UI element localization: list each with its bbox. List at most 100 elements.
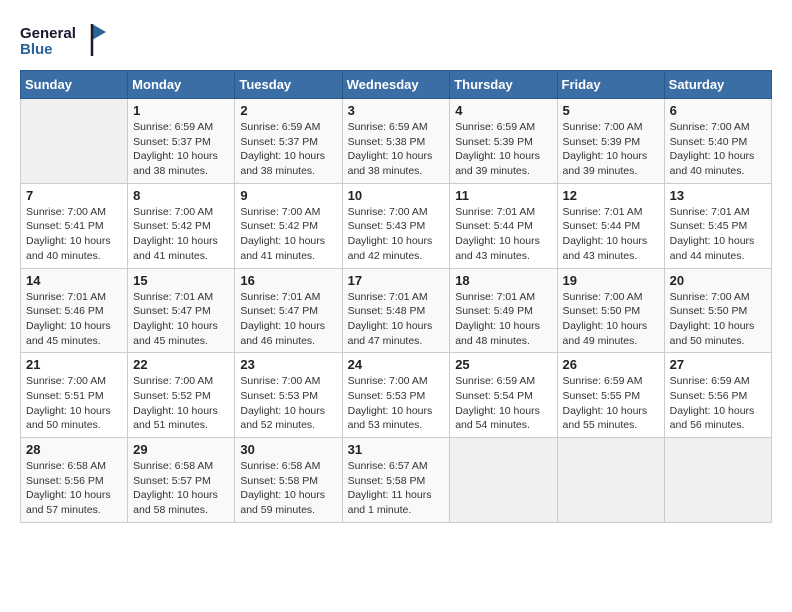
day-info: Sunrise: 6:57 AM Sunset: 5:58 PM Dayligh…: [348, 459, 445, 518]
day-cell: 1Sunrise: 6:59 AM Sunset: 5:37 PM Daylig…: [128, 99, 235, 184]
week-row-4: 28 Sunrise: 6:58 AM Sunset: 5:56 PM Dayli…: [21, 438, 772, 523]
day-cell: [664, 438, 771, 523]
day-info: Sunrise: 7:00 AM Sunset: 5:43 PM Dayligh…: [348, 205, 445, 264]
day-cell: 20 Sunrise: 7:00 AM Sunset: 5:50 PM Dayli…: [664, 268, 771, 353]
day-info: Sunrise: 6:58 AM Sunset: 5:56 PM Dayligh…: [26, 459, 122, 518]
day-cell: 11 Sunrise: 7:01 AM Sunset: 5:44 PM Dayli…: [450, 183, 557, 268]
day-cell: 27 Sunrise: 6:59 AM Sunset: 5:56 PM Dayli…: [664, 353, 771, 438]
day-info: Sunrise: 6:59 AM Sunset: 5:37 PM Dayligh…: [133, 120, 229, 179]
day-cell: 30 Sunrise: 6:58 AM Sunset: 5:58 PM Dayli…: [235, 438, 342, 523]
calendar-table: SundayMondayTuesdayWednesdayThursdayFrid…: [20, 70, 772, 523]
day-info: Sunrise: 7:00 AM Sunset: 5:53 PM Dayligh…: [348, 374, 445, 433]
day-number: 2: [240, 103, 336, 118]
day-number: 3: [348, 103, 445, 118]
week-row-0: 1Sunrise: 6:59 AM Sunset: 5:37 PM Daylig…: [21, 99, 772, 184]
day-cell: 22 Sunrise: 7:00 AM Sunset: 5:52 PM Dayli…: [128, 353, 235, 438]
header-cell-friday: Friday: [557, 71, 664, 99]
day-cell: 21Sunrise: 7:00 AM Sunset: 5:51 PM Dayli…: [21, 353, 128, 438]
day-number: 30: [240, 442, 336, 457]
day-cell: 5 Sunrise: 7:00 AM Sunset: 5:39 PM Daylig…: [557, 99, 664, 184]
day-cell: 12Sunrise: 7:01 AM Sunset: 5:44 PM Dayli…: [557, 183, 664, 268]
day-number: 26: [563, 357, 659, 372]
day-info: Sunrise: 6:58 AM Sunset: 5:58 PM Dayligh…: [240, 459, 336, 518]
day-info: Sunrise: 7:01 AM Sunset: 5:44 PM Dayligh…: [563, 205, 659, 264]
day-number: 16: [240, 273, 336, 288]
day-number: 21: [26, 357, 122, 372]
day-cell: 29Sunrise: 6:58 AM Sunset: 5:57 PM Dayli…: [128, 438, 235, 523]
day-number: 19: [563, 273, 659, 288]
day-cell: 10 Sunrise: 7:00 AM Sunset: 5:43 PM Dayli…: [342, 183, 450, 268]
header-cell-wednesday: Wednesday: [342, 71, 450, 99]
day-cell: 6 Sunrise: 7:00 AM Sunset: 5:40 PM Daylig…: [664, 99, 771, 184]
day-cell: 26 Sunrise: 6:59 AM Sunset: 5:55 PM Dayli…: [557, 353, 664, 438]
day-cell: 13 Sunrise: 7:01 AM Sunset: 5:45 PM Dayli…: [664, 183, 771, 268]
day-number: 22: [133, 357, 229, 372]
day-cell: 18Sunrise: 7:01 AM Sunset: 5:49 PM Dayli…: [450, 268, 557, 353]
header-cell-tuesday: Tuesday: [235, 71, 342, 99]
day-cell: 4 Sunrise: 6:59 AM Sunset: 5:39 PM Daylig…: [450, 99, 557, 184]
day-number: 23: [240, 357, 336, 372]
svg-text:Blue: Blue: [20, 41, 53, 58]
day-number: 24: [348, 357, 445, 372]
header-cell-saturday: Saturday: [664, 71, 771, 99]
header-cell-thursday: Thursday: [450, 71, 557, 99]
day-cell: [450, 438, 557, 523]
day-info: Sunrise: 7:00 AM Sunset: 5:40 PM Dayligh…: [670, 120, 766, 179]
day-cell: 31 Sunrise: 6:57 AM Sunset: 5:58 PM Dayli…: [342, 438, 450, 523]
day-info: Sunrise: 7:01 AM Sunset: 5:46 PM Dayligh…: [26, 290, 122, 349]
day-cell: 25Sunrise: 6:59 AM Sunset: 5:54 PM Dayli…: [450, 353, 557, 438]
header-cell-monday: Monday: [128, 71, 235, 99]
day-info: Sunrise: 7:00 AM Sunset: 5:41 PM Dayligh…: [26, 205, 122, 264]
day-info: Sunrise: 6:59 AM Sunset: 5:37 PM Dayligh…: [240, 120, 336, 179]
day-info: Sunrise: 7:00 AM Sunset: 5:39 PM Dayligh…: [563, 120, 659, 179]
day-cell: 19 Sunrise: 7:00 AM Sunset: 5:50 PM Dayli…: [557, 268, 664, 353]
day-cell: [21, 99, 128, 184]
day-cell: 23 Sunrise: 7:00 AM Sunset: 5:53 PM Dayli…: [235, 353, 342, 438]
day-info: Sunrise: 7:00 AM Sunset: 5:42 PM Dayligh…: [133, 205, 229, 264]
day-number: 25: [455, 357, 551, 372]
day-info: Sunrise: 7:00 AM Sunset: 5:50 PM Dayligh…: [670, 290, 766, 349]
day-info: Sunrise: 7:00 AM Sunset: 5:52 PM Dayligh…: [133, 374, 229, 433]
day-info: Sunrise: 6:59 AM Sunset: 5:55 PM Dayligh…: [563, 374, 659, 433]
day-number: 14: [26, 273, 122, 288]
day-info: Sunrise: 7:01 AM Sunset: 5:47 PM Dayligh…: [133, 290, 229, 349]
day-info: Sunrise: 7:01 AM Sunset: 5:48 PM Dayligh…: [348, 290, 445, 349]
day-info: Sunrise: 7:01 AM Sunset: 5:47 PM Dayligh…: [240, 290, 336, 349]
day-number: 5: [563, 103, 659, 118]
day-cell: 2 Sunrise: 6:59 AM Sunset: 5:37 PM Daylig…: [235, 99, 342, 184]
day-info: Sunrise: 6:59 AM Sunset: 5:39 PM Dayligh…: [455, 120, 551, 179]
day-cell: 3Sunrise: 6:59 AM Sunset: 5:38 PM Daylig…: [342, 99, 450, 184]
day-info: Sunrise: 7:01 AM Sunset: 5:49 PM Dayligh…: [455, 290, 551, 349]
day-number: 10: [348, 188, 445, 203]
day-info: Sunrise: 7:00 AM Sunset: 5:42 PM Dayligh…: [240, 205, 336, 264]
day-number: 13: [670, 188, 766, 203]
day-number: 7: [26, 188, 122, 203]
week-row-1: 7 Sunrise: 7:00 AM Sunset: 5:41 PM Daylig…: [21, 183, 772, 268]
day-cell: 17Sunrise: 7:01 AM Sunset: 5:48 PM Dayli…: [342, 268, 450, 353]
header-cell-sunday: Sunday: [21, 71, 128, 99]
day-number: 11: [455, 188, 551, 203]
day-cell: 16 Sunrise: 7:01 AM Sunset: 5:47 PM Dayli…: [235, 268, 342, 353]
header: GeneralBlue: [20, 20, 772, 60]
day-number: 4: [455, 103, 551, 118]
day-number: 9: [240, 188, 336, 203]
day-number: 8: [133, 188, 229, 203]
week-row-2: 14 Sunrise: 7:01 AM Sunset: 5:46 PM Dayli…: [21, 268, 772, 353]
day-cell: 9 Sunrise: 7:00 AM Sunset: 5:42 PM Daylig…: [235, 183, 342, 268]
day-number: 31: [348, 442, 445, 457]
day-info: Sunrise: 6:59 AM Sunset: 5:56 PM Dayligh…: [670, 374, 766, 433]
svg-text:General: General: [20, 25, 76, 42]
day-cell: 7 Sunrise: 7:00 AM Sunset: 5:41 PM Daylig…: [21, 183, 128, 268]
header-row: SundayMondayTuesdayWednesdayThursdayFrid…: [21, 71, 772, 99]
day-number: 28: [26, 442, 122, 457]
day-info: Sunrise: 7:01 AM Sunset: 5:45 PM Dayligh…: [670, 205, 766, 264]
day-number: 27: [670, 357, 766, 372]
day-cell: 14 Sunrise: 7:01 AM Sunset: 5:46 PM Dayli…: [21, 268, 128, 353]
day-cell: [557, 438, 664, 523]
day-number: 6: [670, 103, 766, 118]
logo: GeneralBlue: [20, 20, 110, 60]
day-info: Sunrise: 7:01 AM Sunset: 5:44 PM Dayligh…: [455, 205, 551, 264]
day-info: Sunrise: 7:00 AM Sunset: 5:53 PM Dayligh…: [240, 374, 336, 433]
day-number: 20: [670, 273, 766, 288]
day-info: Sunrise: 7:00 AM Sunset: 5:50 PM Dayligh…: [563, 290, 659, 349]
